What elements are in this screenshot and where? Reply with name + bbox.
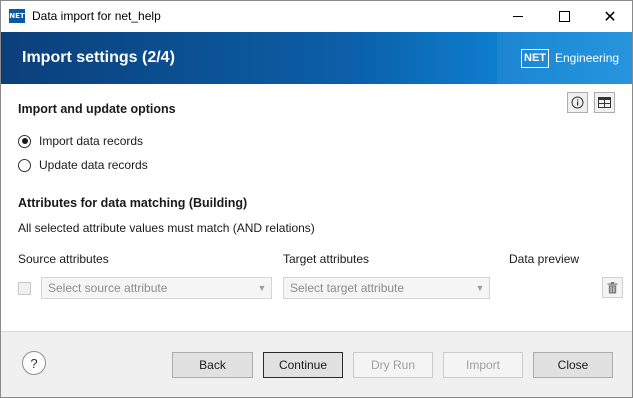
logo-text: Engineering [555, 51, 620, 65]
delete-row-button[interactable] [602, 277, 623, 298]
row-checkbox[interactable] [18, 282, 31, 295]
target-attribute-select[interactable]: Select target attribute ▼ [283, 277, 490, 299]
source-select-placeholder: Select source attribute [48, 281, 168, 295]
chevron-down-icon: ▼ [257, 283, 267, 293]
app-icon: NET [9, 9, 25, 23]
title-bar: NET Data import for net_help ✕ [1, 1, 632, 32]
help-icon: ? [30, 355, 38, 371]
dry-run-button[interactable]: Dry Run [353, 352, 433, 378]
help-button[interactable]: ? [22, 351, 46, 375]
info-button[interactable] [567, 92, 588, 113]
minimize-icon [513, 16, 523, 17]
matching-heading: Attributes for data matching (Building) [18, 196, 248, 210]
continue-button[interactable]: Continue [263, 352, 343, 378]
source-attribute-select[interactable]: Select source attribute ▼ [41, 277, 272, 299]
page-title: Import settings (2/4) [22, 49, 175, 66]
logo-box: NET [521, 48, 549, 68]
chevron-down-icon: ▼ [475, 283, 485, 293]
close-button[interactable]: Close [533, 352, 613, 378]
table-button[interactable] [594, 92, 615, 113]
window-title: Data import for net_help [32, 9, 161, 23]
maximize-icon [558, 11, 570, 22]
maximize-button[interactable] [541, 1, 587, 32]
info-icon [571, 96, 584, 109]
brand-logo: NET Engineering [497, 32, 632, 84]
header-banner: Import settings (2/4) NET Engineering [1, 32, 632, 84]
minimize-button[interactable] [495, 1, 541, 32]
table-icon [598, 97, 611, 108]
matching-description: All selected attribute values must match… [18, 221, 315, 235]
trash-icon [607, 281, 618, 293]
close-icon: ✕ [603, 6, 617, 26]
radio-update-records[interactable]: Update data records [18, 158, 148, 172]
radio-button-checked[interactable] [18, 134, 31, 148]
source-attributes-header: Source attributes [18, 252, 109, 266]
radio-label: Update data records [39, 158, 148, 172]
options-heading: Import and update options [18, 102, 176, 116]
target-attributes-header: Target attributes [283, 252, 370, 266]
import-button[interactable]: Import [443, 352, 523, 378]
radio-button-unchecked[interactable] [18, 158, 31, 172]
close-window-button[interactable]: ✕ [587, 1, 633, 32]
radio-import-records[interactable]: Import data records [18, 134, 143, 148]
radio-label: Import data records [39, 134, 144, 148]
data-preview-header: Data preview [509, 252, 580, 266]
import-dialog: NET Data import for net_help ✕ Import se… [0, 0, 633, 398]
target-select-placeholder: Select target attribute [290, 281, 405, 295]
back-button[interactable]: Back [172, 352, 253, 378]
